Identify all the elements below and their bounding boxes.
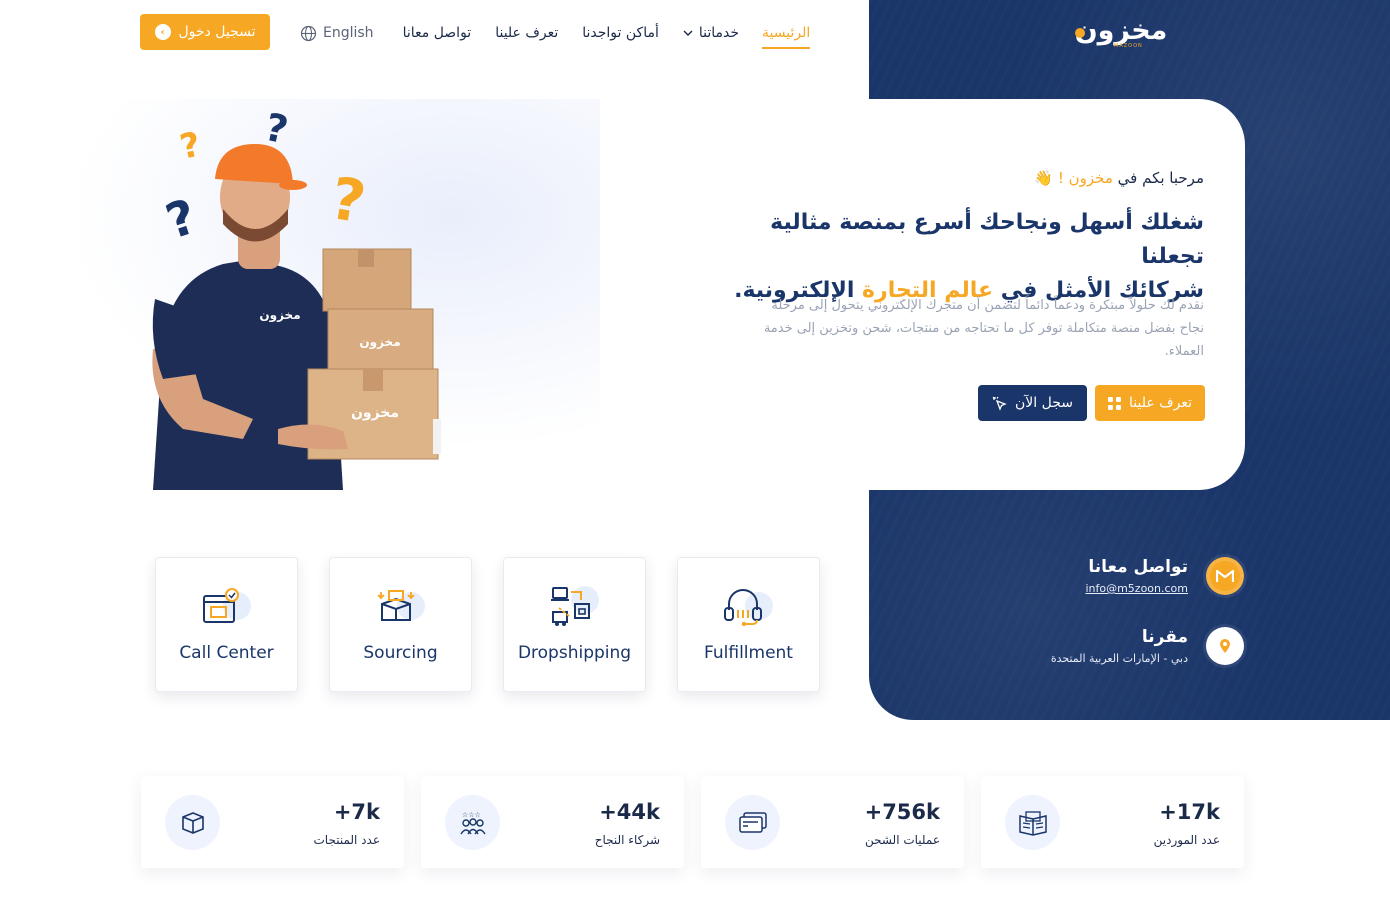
contact-email-link[interactable]: info@m5zoon.com [1085,582,1188,595]
stat-label: شركاء النجاح [594,833,660,847]
partners-icon: ☆☆☆ [445,795,500,850]
cursor-click-icon [992,396,1007,411]
login-button[interactable]: ‹ تسجيل دخول [140,14,270,50]
logo-text: مخزون [1074,14,1168,46]
nav-home-label: الرئيسية [762,25,811,41]
svg-text:?: ? [159,189,203,251]
svg-text:?: ? [326,164,371,237]
nav-about-us-label: تعرف علينا [495,25,559,41]
svg-text:مخزون: مخزون [259,308,300,323]
service-label: Sourcing [363,643,438,663]
stat-number: +44k [599,800,660,824]
service-card-sourcing[interactable]: Sourcing [329,557,472,692]
globe-icon [300,25,317,41]
chevron-left-icon: ‹ [154,24,171,40]
service-label: Dropshipping [517,643,632,663]
contact-location-block: مقرنا دبي - الإمارات العربية المتحدة [1051,627,1244,665]
nav-contact-us-label: تواصل معانا [402,25,472,41]
stat-card-products: +7k عدد المنتجات [141,776,404,868]
nav-about-us[interactable]: تعرف علينا [495,25,558,41]
nav-services[interactable]: خدماتنا [683,25,739,41]
contact-email-block: تواصل معانا info@m5zoon.com [1085,557,1244,595]
stat-label: عمليات الشحن [864,833,940,847]
stat-number: +756k [864,800,940,824]
service-card-fulfillment[interactable]: Fulfillment [677,557,820,692]
delivery-person-image: ? ? ? ? مخزون مخزون مخزون [143,99,453,490]
nav-locations[interactable]: أماكن تواجدنا [582,25,659,41]
grid-icon [1107,396,1121,410]
svg-text:مخزون: مخزون [359,335,400,350]
fulfillment-icon [724,589,773,627]
card-icon [725,795,780,850]
book-icon [1005,795,1060,850]
language-label: English [323,25,374,41]
headline-line-1: شغلك أسهل ونجاحك أسرع بمنصة مثالية تجعلن… [770,210,1204,269]
gmail-icon [1206,557,1244,595]
logo-dot-icon [1075,28,1085,38]
hero-headline: شغلك أسهل ونجاحك أسرع بمنصة مثالية تجعلن… [734,206,1204,308]
stat-number: +17k [1159,800,1220,824]
location-title: مقرنا [1141,627,1188,647]
box-icon [165,795,220,850]
svg-text:?: ? [177,125,205,168]
about-us-button[interactable]: تعرف علينا [1095,385,1205,421]
service-card-call-center[interactable]: Call Center [155,557,298,692]
welcome-brand: مخزون ! [1057,169,1113,187]
service-label: Fulfillment [704,643,793,663]
location-pin-icon [1206,627,1244,665]
stat-card-suppliers: +17k عدد الموردين [981,776,1244,868]
chevron-down-icon [683,30,693,36]
welcome-line: مرحبا بكم في مخزون ! 👋 [1034,169,1204,187]
nav-services-label: خدماتنا [698,25,740,41]
location-text: دبي - الإمارات العربية المتحدة [1050,652,1188,665]
site-logo[interactable]: مخزون MAZOON [1066,10,1176,50]
nav-home[interactable]: الرئيسية [762,25,811,49]
call-center-icon [203,588,251,623]
nav-contact-us[interactable]: تواصل معانا [403,25,472,41]
hero-description: نقدم لك حلولاً مبتكرة ودعماً دائماً لتضم… [763,298,1204,359]
about-us-label: تعرف علينا [1128,395,1193,411]
wave-emoji-icon: 👋 [1034,169,1054,187]
register-now-label: سجل الآن [1015,395,1073,411]
sourcing-icon [377,590,425,621]
delivery-illustration: ? ? ? ? مخزون مخزون مخزون [152,105,441,490]
login-label: تسجيل دخول [178,24,256,40]
stat-card-shipments: +756k عمليات الشحن [701,776,964,868]
service-card-dropshipping[interactable]: Dropshipping [503,557,646,692]
stat-label: عدد المنتجات [313,833,381,847]
welcome-prefix: مرحبا بكم في [1117,169,1204,187]
stat-number: +7k [333,800,380,824]
page: مخزون MAZOON ‹ تسجيل دخول English تواصل … [0,0,1390,908]
contact-title: تواصل معانا [1088,557,1188,577]
main-navigation: English تواصل معانا تعرف علينا أماكن توا… [300,18,811,49]
stat-label: عدد الموردين [1153,833,1220,847]
service-label: Call Center [179,643,274,663]
language-switch[interactable]: English [300,25,374,42]
register-now-button[interactable]: سجل الآن [978,385,1087,421]
dropshipping-icon [551,586,599,626]
svg-text:☆☆☆: ☆☆☆ [462,811,481,819]
stat-card-partners: ☆☆☆ +44k شركاء النجاح [421,776,684,868]
svg-text:مخزون: مخزون [351,405,399,421]
nav-locations-label: أماكن تواجدنا [582,25,659,41]
logo-subtext: MAZOON [1114,43,1143,49]
